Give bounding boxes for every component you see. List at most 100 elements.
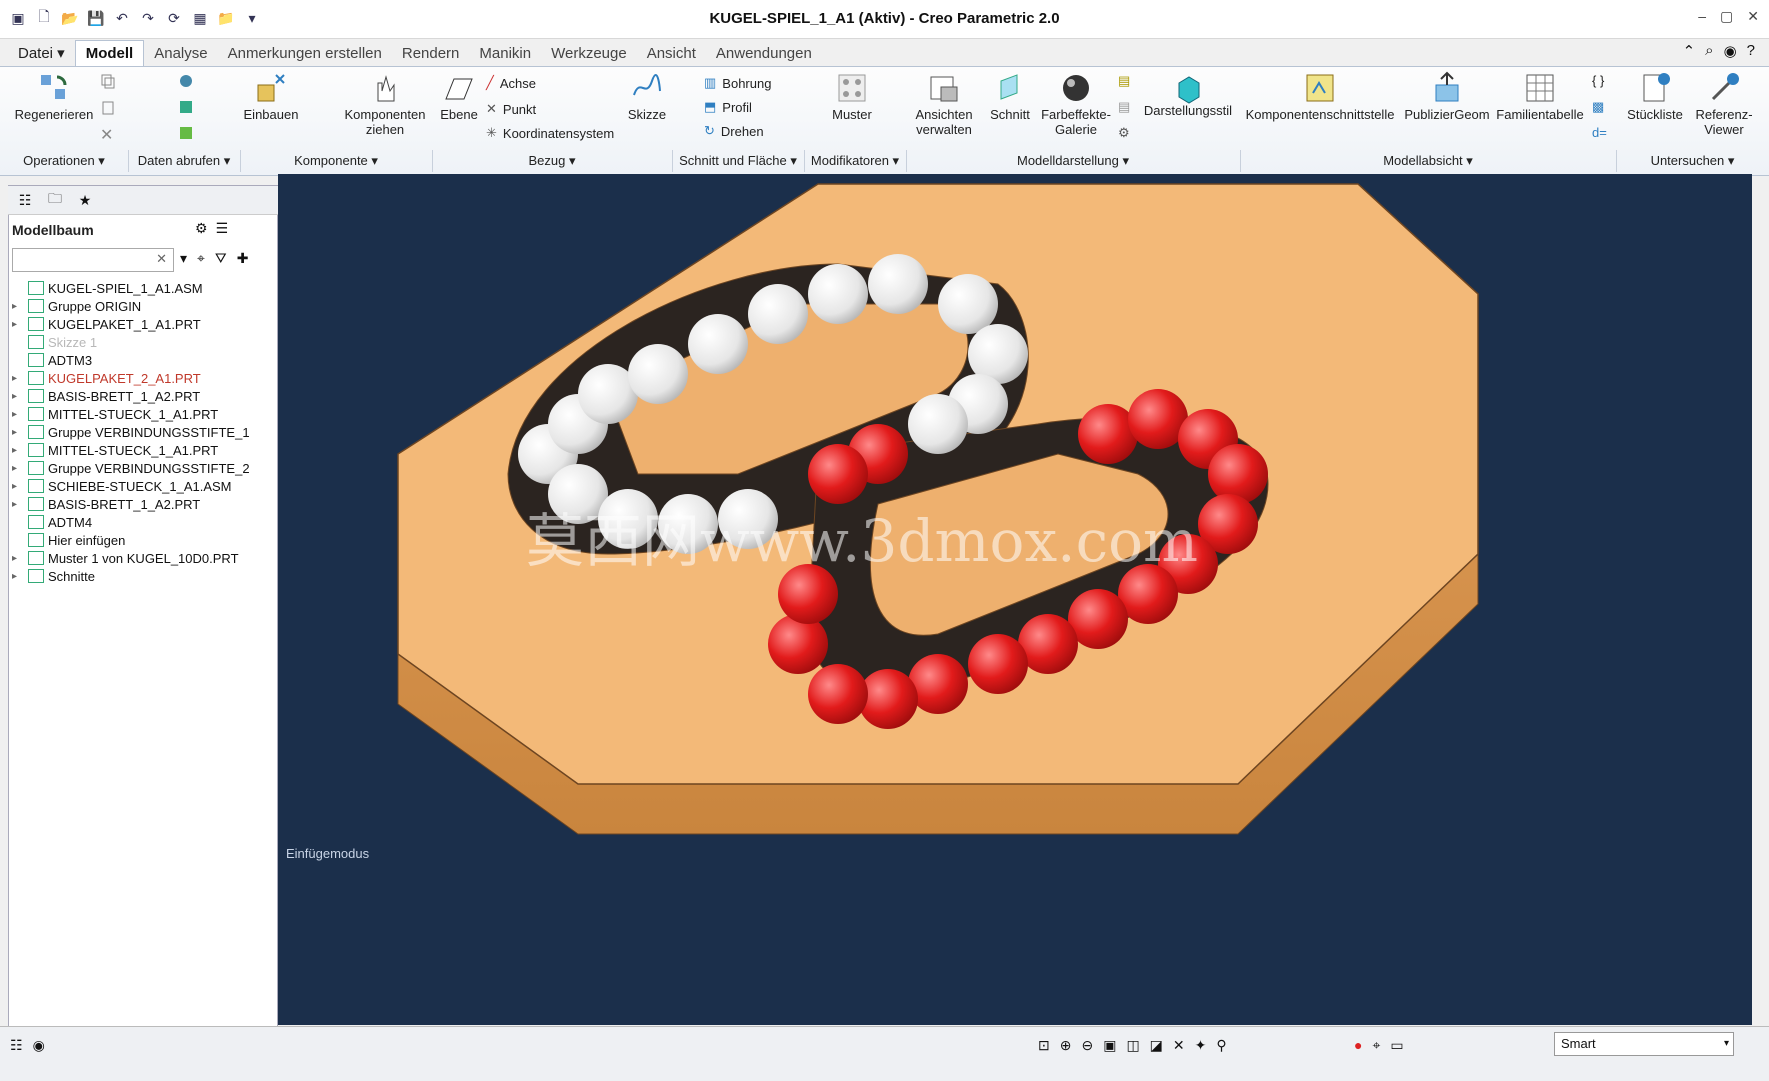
tab-ansicht[interactable]: Ansicht bbox=[637, 41, 706, 66]
data-get-3[interactable] bbox=[178, 125, 194, 141]
expand-icon[interactable]: ▸ bbox=[12, 427, 24, 438]
group-schnitt-und-flaeche[interactable]: Schnitt und Fläche ▾ bbox=[672, 150, 805, 172]
tree-item[interactable]: ADTM3 bbox=[12, 351, 272, 369]
zoom-out-icon[interactable]: ⊖ bbox=[1081, 1037, 1093, 1054]
expand-icon[interactable]: ▸ bbox=[12, 301, 24, 312]
spin-center-icon[interactable]: ✦ bbox=[1195, 1037, 1207, 1054]
tree-item[interactable]: ▸ MITTEL-STUECK_1_A1.PRT bbox=[12, 405, 272, 423]
referenz-viewer-button[interactable]: Referenz-Viewer bbox=[1690, 71, 1758, 137]
komponentenschnittstelle-button[interactable]: Komponentenschnittstelle bbox=[1246, 71, 1394, 122]
model-tree-tab-icon[interactable]: ☷ bbox=[14, 189, 36, 211]
expand-icon[interactable]: ▸ bbox=[12, 481, 24, 492]
folder-browser-tab-icon[interactable]: 🗀 bbox=[44, 189, 66, 211]
koordinatensystem-button[interactable]: ✳ Koordinatensystem bbox=[486, 125, 614, 141]
punkt-button[interactable]: ✕ Punkt bbox=[486, 101, 536, 117]
copy-button[interactable] bbox=[100, 73, 116, 89]
tree-item[interactable]: ▸ KUGELPAKET_2_A1.PRT bbox=[12, 369, 272, 387]
einbauen-button[interactable]: Einbauen bbox=[238, 71, 304, 122]
dropdown-icon[interactable]: ▾ bbox=[180, 250, 187, 267]
tree-item[interactable]: ▸ SCHIEBE-STUECK_1_A1.ASM bbox=[12, 477, 272, 495]
group-modifikatoren[interactable]: Modifikatoren ▾ bbox=[804, 150, 907, 172]
group-komponente[interactable]: Komponente ▾ bbox=[240, 150, 433, 172]
group-modelldarstellung[interactable]: Modelldarstellung ▾ bbox=[906, 150, 1241, 172]
expand-icon[interactable]: ▸ bbox=[12, 499, 24, 510]
tab-modell[interactable]: Modell bbox=[74, 40, 145, 66]
display-1[interactable]: ▤ bbox=[1118, 73, 1130, 89]
achse-button[interactable]: ╱ Achse bbox=[486, 75, 536, 91]
tab-manikin[interactable]: Manikin bbox=[469, 41, 541, 66]
farbeffekte-galerie-button[interactable]: Farbeffekte-Galerie bbox=[1036, 71, 1116, 137]
tab-analyse[interactable]: Analyse bbox=[144, 41, 217, 66]
familientabelle-button[interactable]: Familientabelle bbox=[1496, 71, 1584, 122]
expand-icon[interactable]: ▸ bbox=[12, 463, 24, 474]
darstellungsstil-button[interactable]: Darstellungsstil bbox=[1140, 71, 1236, 118]
relations-2[interactable]: ▩ bbox=[1592, 99, 1604, 115]
show-icon[interactable]: ☰ bbox=[216, 220, 229, 237]
tree-item[interactable]: Hier einfügen bbox=[12, 531, 272, 549]
tree-item[interactable]: ▸ BASIS-BRETT_1_A2.PRT bbox=[12, 387, 272, 405]
expand-icon[interactable]: ▸ bbox=[12, 409, 24, 420]
tree-item[interactable]: ▸ Gruppe VERBINDUNGSSTIFTE_2 bbox=[12, 459, 272, 477]
settings-icon[interactable]: ⚙ bbox=[195, 220, 208, 237]
repaint-icon[interactable]: ▣ bbox=[1103, 1037, 1116, 1054]
display-2[interactable]: ▤ bbox=[1118, 99, 1130, 115]
filter-icon[interactable]: ⛛ bbox=[215, 250, 227, 267]
refit-icon[interactable]: ⊡ bbox=[1038, 1037, 1050, 1054]
community-icon[interactable]: ◉ bbox=[1724, 42, 1737, 60]
zoom-in-icon[interactable]: ⊕ bbox=[1060, 1037, 1072, 1054]
tree-item[interactable]: ▸ Muster 1 von KUGEL_10D0.PRT bbox=[12, 549, 272, 567]
tree-item[interactable]: ▸ Schnitte bbox=[12, 567, 272, 585]
close-icon[interactable]: ✕ bbox=[1747, 8, 1759, 25]
tree-item[interactable]: KUGEL-SPIEL_1_A1.ASM bbox=[12, 279, 272, 297]
skizze-button[interactable]: Skizze bbox=[622, 71, 672, 122]
tab-anmerkungen[interactable]: Anmerkungen erstellen bbox=[218, 41, 392, 66]
tree-item[interactable]: Skizze 1 bbox=[12, 333, 272, 351]
find-icon[interactable]: ⌖ bbox=[197, 250, 205, 267]
graphics-window[interactable] bbox=[278, 174, 1752, 1025]
tree-item[interactable]: ▸ BASIS-BRETT_1_A2.PRT bbox=[12, 495, 272, 513]
relations-1[interactable]: { } bbox=[1592, 73, 1604, 88]
tab-datei[interactable]: Datei ▾ bbox=[8, 40, 75, 66]
datum-display-icon[interactable]: ✕ bbox=[1173, 1037, 1185, 1054]
maximize-icon[interactable]: ▢ bbox=[1720, 8, 1733, 25]
ansichten-verwalten-button[interactable]: Ansichten verwalten bbox=[906, 71, 982, 137]
find-binoculars-icon[interactable]: ⌖ bbox=[1372, 1037, 1380, 1054]
selection-filter[interactable]: Smart ▾ bbox=[1554, 1032, 1734, 1056]
data-get-2[interactable] bbox=[178, 99, 194, 115]
tab-anwendungen[interactable]: Anwendungen bbox=[706, 41, 822, 66]
expand-icon[interactable]: ▸ bbox=[12, 445, 24, 456]
navigator-toggle-icon[interactable]: ☷ bbox=[10, 1037, 23, 1054]
expand-icon[interactable]: ▸ bbox=[12, 373, 24, 384]
group-bezug[interactable]: Bezug ▾ bbox=[432, 150, 673, 172]
expand-icon[interactable]: ▸ bbox=[12, 391, 24, 402]
komponenten-ziehen-button[interactable]: Komponenten ziehen bbox=[340, 71, 430, 137]
add-icon[interactable]: ✚ bbox=[237, 250, 249, 267]
help-icon[interactable]: ? bbox=[1747, 42, 1755, 60]
tab-werkzeuge[interactable]: Werkzeuge bbox=[541, 41, 637, 66]
minimize-icon[interactable]: – bbox=[1698, 8, 1706, 25]
filter-dropdown-icon[interactable]: ▾ bbox=[1724, 1033, 1729, 1055]
tree-item[interactable]: ▸ Gruppe ORIGIN bbox=[12, 297, 272, 315]
delete-button[interactable]: ✕ bbox=[100, 125, 113, 145]
tree-item[interactable]: ADTM4 bbox=[12, 513, 272, 531]
data-get-1[interactable] bbox=[178, 73, 194, 89]
ebene-button[interactable]: Ebene bbox=[436, 71, 482, 122]
display-3[interactable]: ⚙ bbox=[1118, 125, 1130, 141]
search-icon[interactable]: ⌕ bbox=[1705, 42, 1713, 60]
stueckliste-button[interactable]: Stückliste bbox=[1620, 71, 1690, 122]
group-untersuchen[interactable]: Untersuchen ▾ bbox=[1616, 150, 1769, 172]
tree-item[interactable]: ▸ Gruppe VERBINDUNGSSTIFTE_1 bbox=[12, 423, 272, 441]
regenerieren-button[interactable]: Regenerieren bbox=[14, 71, 94, 122]
bohrung-button[interactable]: ▥ Bohrung bbox=[704, 75, 771, 91]
relations-3[interactable]: d= bbox=[1592, 125, 1607, 140]
expand-icon[interactable]: ▸ bbox=[12, 319, 24, 330]
group-modellabsicht[interactable]: Modellabsicht ▾ bbox=[1240, 150, 1617, 172]
collapse-ribbon-icon[interactable]: ⌃ bbox=[1683, 42, 1696, 60]
display-style-small-icon[interactable]: ◫ bbox=[1126, 1037, 1139, 1054]
expand-icon[interactable]: ▸ bbox=[12, 553, 24, 564]
publiziergeom-button[interactable]: PublizierGeom bbox=[1402, 71, 1492, 122]
browser-toggle-icon[interactable]: ◉ bbox=[33, 1037, 45, 1054]
schnitt-button[interactable]: Schnitt bbox=[986, 71, 1034, 122]
expand-icon[interactable]: ▸ bbox=[12, 571, 24, 582]
drehen-button[interactable]: ↻ Drehen bbox=[704, 123, 764, 139]
